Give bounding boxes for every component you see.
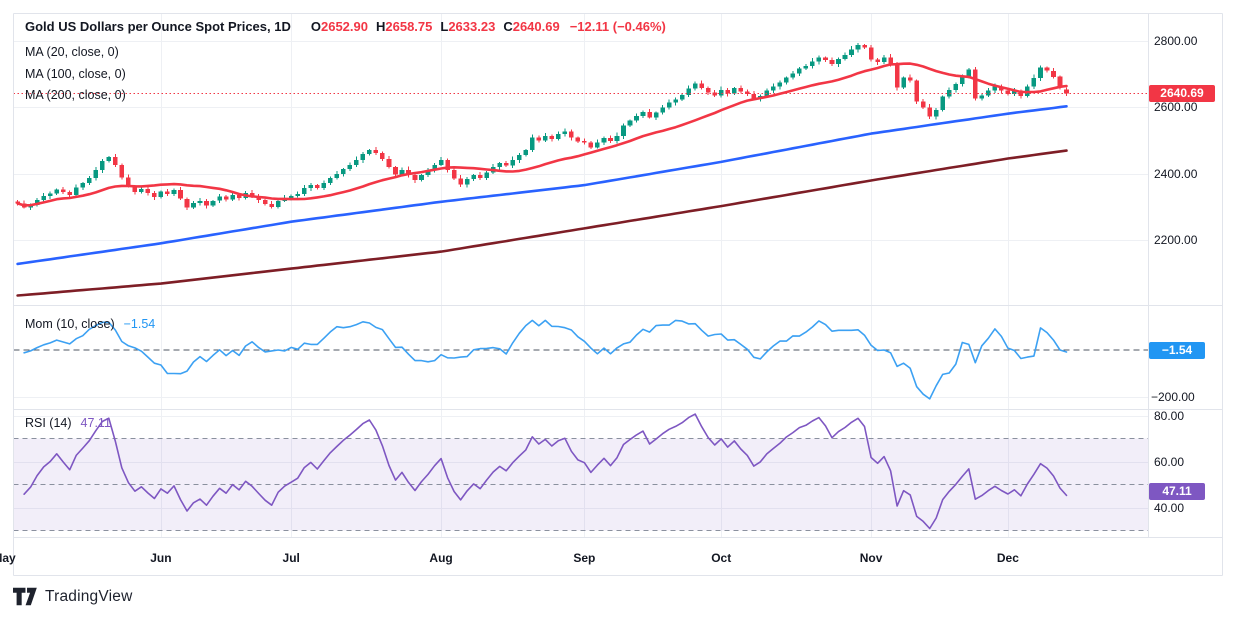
rsi-legend[interactable]: RSI (14) 47.11: [25, 416, 111, 430]
time-axis-label: Dec: [997, 550, 1019, 566]
low-value: 2633.23: [448, 19, 495, 34]
momentum-legend-label: Mom (10, close): [25, 317, 115, 331]
tradingview-brand-text[interactable]: TradingView: [45, 588, 133, 606]
rsi-legend-label: RSI (14): [25, 416, 72, 430]
momentum-value-badge: −1.54: [1149, 342, 1205, 359]
time-axis-label: Aug: [429, 550, 452, 566]
price-axis-label: 2800.00: [1154, 33, 1197, 49]
chart-window: Gold US Dollars per Ounce Spot Prices, 1…: [0, 0, 1237, 620]
rsi-legend-value: 47.11: [81, 416, 111, 430]
time-axis-label: Nov: [860, 550, 883, 566]
symbol-title[interactable]: Gold US Dollars per Ounce Spot Prices, 1…: [25, 19, 291, 34]
ma100-legend[interactable]: MA (100, close, 0): [25, 67, 126, 81]
time-axis-label: May: [0, 550, 16, 566]
change-value: −12.11 (−0.46%): [570, 19, 666, 34]
price-pane[interactable]: [15, 43, 1068, 296]
time-axis-label: Oct: [711, 550, 731, 566]
time-axis-label: Jul: [283, 550, 300, 566]
momentum-legend-value: −1.54: [124, 317, 156, 331]
open-label: O: [311, 19, 321, 34]
close-label: C: [503, 19, 512, 34]
open-value: 2652.90: [321, 19, 368, 34]
high-value: 2658.75: [385, 19, 432, 34]
rsi-axis-label: 60.00: [1154, 454, 1184, 470]
chart-canvas[interactable]: [0, 0, 1237, 620]
time-axis-label: Jun: [150, 550, 171, 566]
price-axis-label: 2200.00: [1154, 232, 1197, 248]
rsi-value-badge: 47.11: [1149, 483, 1205, 500]
rsi-axis-label: 40.00: [1154, 500, 1184, 516]
momentum-pane[interactable]: [24, 320, 1066, 399]
symbol-legend-row: Gold US Dollars per Ounce Spot Prices, 1…: [25, 19, 666, 34]
momentum-legend[interactable]: Mom (10, close) −1.54: [25, 317, 155, 331]
time-axis-label: Sep: [573, 550, 595, 566]
rsi-axis-label: 80.00: [1154, 408, 1184, 424]
close-value: 2640.69: [513, 19, 560, 34]
tradingview-logo-icon[interactable]: [13, 587, 37, 606]
ma200-legend[interactable]: MA (200, close, 0): [25, 88, 126, 102]
high-label: H: [376, 19, 385, 34]
price-axis-label: 2400.00: [1154, 166, 1197, 182]
ma20-legend[interactable]: MA (20, close, 0): [25, 45, 119, 59]
momentum-axis-label: −200.00: [1151, 389, 1195, 405]
tradingview-attribution[interactable]: TradingView: [13, 587, 133, 606]
price-axis-label: 2600.00: [1154, 99, 1197, 115]
